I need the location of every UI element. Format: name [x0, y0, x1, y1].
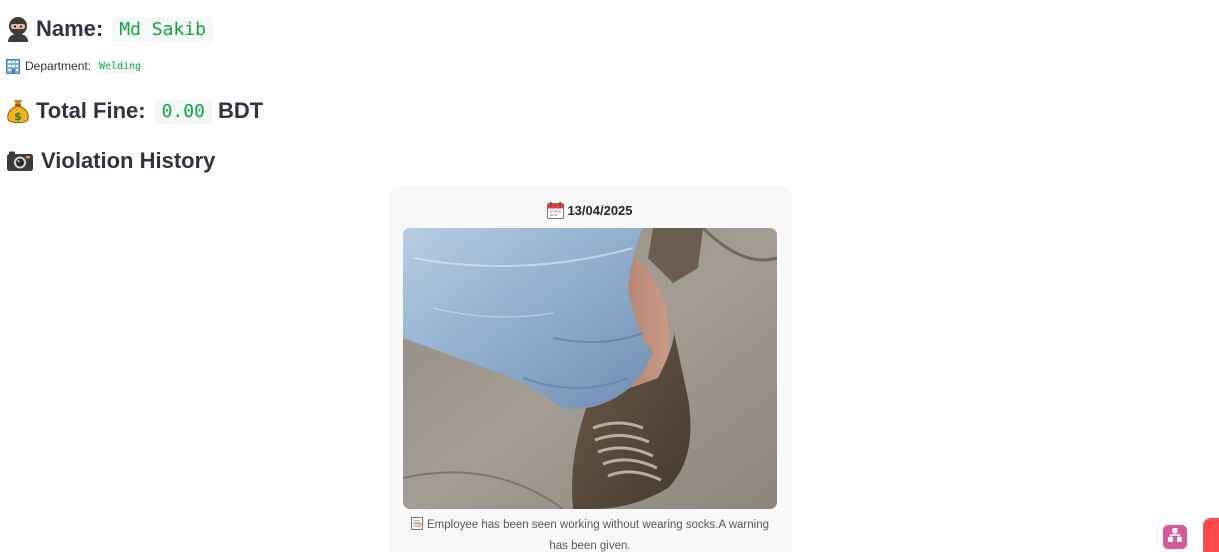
name-row: Name: Md Sakib	[6, 14, 213, 44]
calendar-icon	[547, 202, 565, 219]
svg-text:$: $	[14, 110, 22, 123]
total-fine-value: 0.00	[154, 98, 212, 124]
violation-date: 13/04/2025	[388, 202, 792, 219]
employee-profile-page: Name: Md Sakib Department: Welding $ Tot…	[0, 0, 1219, 552]
name-label: Name:	[36, 16, 104, 41]
app-widget-button[interactable]	[1163, 525, 1187, 549]
total-fine-row: $ Total Fine: 0.00 BDT	[6, 96, 263, 126]
department-value: Welding	[95, 59, 146, 73]
office-building-icon	[6, 58, 20, 74]
money-bag-icon: $	[6, 97, 30, 125]
violation-note-text: Employee has been seen working without w…	[427, 519, 769, 552]
side-panel-tab[interactable]	[1203, 518, 1219, 552]
violation-photo	[403, 228, 777, 509]
ninja-icon	[6, 16, 30, 42]
name-value: Md Sakib	[112, 16, 213, 42]
currency-unit: BDT	[217, 98, 264, 123]
violation-history-heading: Violation History	[6, 146, 215, 176]
violation-card: 13/04/2025 Employee has been seen workin…	[388, 186, 792, 552]
camera-icon	[6, 150, 34, 172]
department-row: Department: Welding	[6, 57, 146, 75]
share-nodes-icon	[1167, 527, 1183, 548]
total-fine-label: Total Fine:	[36, 98, 146, 123]
violation-history-title: Violation History	[41, 148, 216, 173]
violation-note: Employee has been seen working without w…	[408, 516, 772, 552]
memo-icon	[411, 517, 424, 537]
violation-date-text: 13/04/2025	[567, 203, 633, 218]
department-label: Department:	[25, 59, 92, 73]
